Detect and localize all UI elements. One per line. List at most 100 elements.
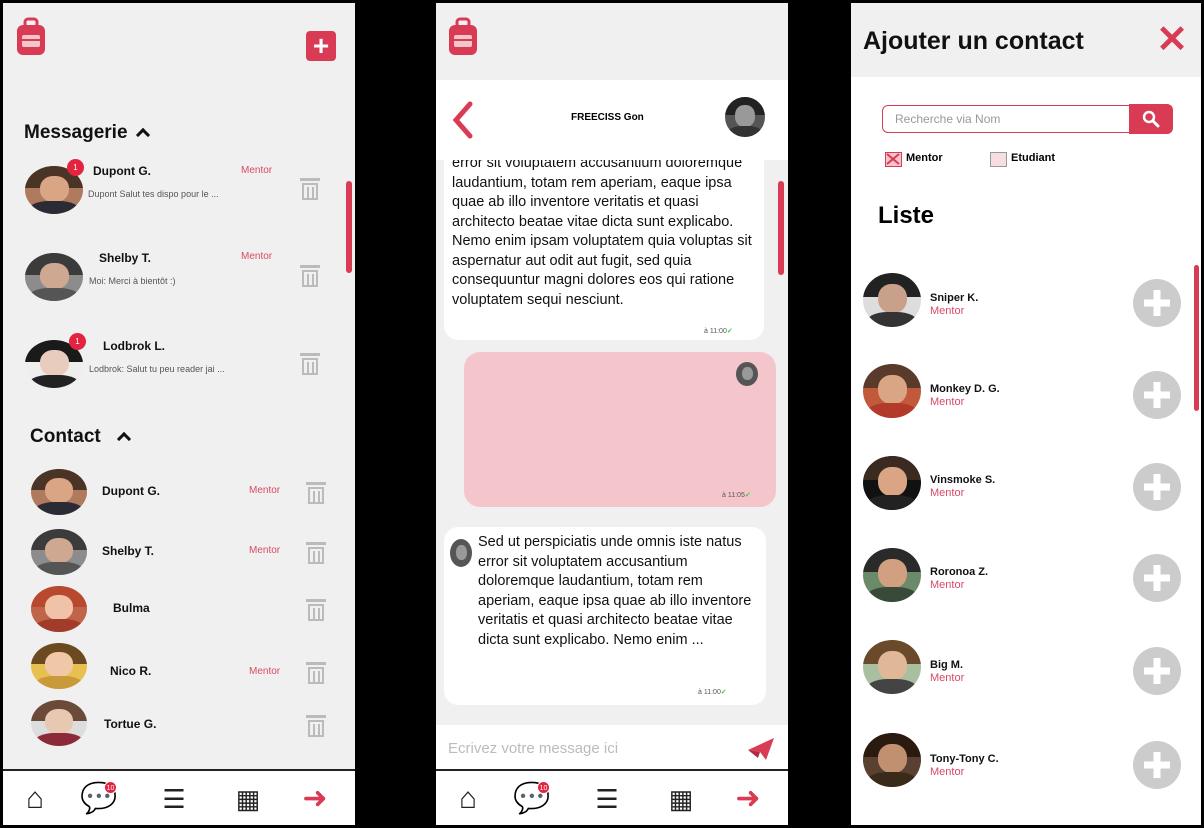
search-icon <box>1142 110 1160 128</box>
task-list-icon[interactable]: ☰ <box>587 779 627 819</box>
chat-badge: 10 <box>104 781 117 794</box>
sender-avatar <box>736 362 758 386</box>
mentor-filter-label: Mentor <box>906 152 943 164</box>
send-icon[interactable] <box>746 736 776 762</box>
avatar <box>31 529 87 575</box>
messagerie-title: Messagerie <box>24 122 128 143</box>
time-text: à 11:00 <box>704 328 727 335</box>
conversation-name: Dupont G. <box>93 164 151 178</box>
new-message-button[interactable]: + <box>306 31 336 61</box>
time-text: à 11:05 <box>722 492 745 499</box>
contact-name: Bulma <box>113 601 150 615</box>
home-icon[interactable]: ⌂ <box>15 779 55 819</box>
message-input[interactable]: Ecrivez votre message ici <box>448 740 618 757</box>
contact-name: Dupont G. <box>102 484 160 498</box>
role-label: Mentor <box>249 666 281 677</box>
message-preview: Dupont Salut tes dispo pour le ... <box>88 189 219 199</box>
task-list-icon[interactable]: ☰ <box>154 779 194 819</box>
add-contact-button[interactable] <box>1133 554 1181 602</box>
person-name: Vinsmoke S. <box>930 474 996 486</box>
avatar <box>863 640 921 694</box>
chat-badge: 10 <box>537 781 550 794</box>
avatar <box>31 700 87 746</box>
received-message-bubble: error sit voluptatem accusantium dolorem… <box>444 160 764 340</box>
unread-badge: 1 <box>67 159 84 176</box>
contact-name: Shelby T. <box>102 544 155 558</box>
person-name: Big M. <box>930 659 963 671</box>
chevron-up-icon <box>135 127 150 143</box>
role-label: Mentor <box>930 305 965 317</box>
avatar <box>31 586 87 632</box>
trash-icon[interactable] <box>300 265 320 287</box>
back-arrow-icon[interactable] <box>450 100 476 140</box>
search-button[interactable] <box>1129 104 1173 134</box>
chat-contact-name: FREECISS Gon <box>571 112 644 123</box>
avatar <box>863 456 921 510</box>
trash-icon[interactable] <box>300 178 320 200</box>
contact-title: Contact <box>30 426 101 447</box>
role-label: Mentor <box>930 672 965 684</box>
role-label: Mentor <box>930 766 965 778</box>
messaging-screen: + Messagerie 1 Dupont G. Mentor Dupont S… <box>3 3 355 825</box>
contact-name: Tortue G. <box>104 717 157 731</box>
chat-icon[interactable]: 💬 10 <box>512 779 552 819</box>
logout-icon[interactable]: ➜ <box>295 779 335 819</box>
person-name: Tony-Tony C. <box>930 753 999 765</box>
sender-avatar <box>450 539 472 567</box>
received-message-bubble: Sed ut perspiciatis unde omnis iste natu… <box>444 527 766 705</box>
chevron-up-icon <box>116 431 131 447</box>
time-text: à 11:00 <box>698 689 721 696</box>
unread-badge: 1 <box>69 333 86 350</box>
tab-bar: ⌂ 💬 10 ☰ ▦ ➜ <box>3 769 355 825</box>
role-label: Mentor <box>249 485 281 496</box>
scrollbar[interactable] <box>778 181 784 275</box>
trash-icon[interactable] <box>306 542 326 564</box>
role-label: Mentor <box>241 251 273 262</box>
message-preview: Lodbrok: Salut tu peu reader jai ... <box>89 364 225 374</box>
add-contact-button[interactable] <box>1133 647 1181 695</box>
search-placeholder: Recherche via Nom <box>895 112 1001 126</box>
chat-icon[interactable]: 💬 10 <box>79 779 119 819</box>
home-icon[interactable]: ⌂ <box>448 779 488 819</box>
list-title: Liste <box>878 202 935 229</box>
close-icon[interactable]: ✕ <box>1156 20 1188 60</box>
person-name: Sniper K. <box>930 292 979 304</box>
conversation-name: Shelby T. <box>99 251 152 265</box>
contact-header[interactable]: Contact <box>30 426 131 448</box>
trash-icon[interactable] <box>306 715 326 737</box>
contact-avatar[interactable] <box>725 97 765 137</box>
avatar <box>863 548 921 602</box>
add-contact-button[interactable] <box>1133 279 1181 327</box>
page-title: Ajouter un contact <box>863 27 1084 55</box>
etudiant-checkbox[interactable] <box>990 152 1007 167</box>
calendar-icon[interactable]: ▦ <box>228 779 268 819</box>
add-contact-button[interactable] <box>1133 741 1181 789</box>
role-label: Mentor <box>241 165 273 176</box>
message-text: Sed ut perspiciatis unde omnis iste natu… <box>478 534 752 648</box>
chat-header: FREECISS Gon <box>436 80 788 160</box>
chat-screen: FREECISS Gon error sit voluptatem accusa… <box>436 3 788 825</box>
mentor-checkbox[interactable] <box>885 152 902 167</box>
trash-icon[interactable] <box>306 599 326 621</box>
person-name: Roronoa Z. <box>930 566 989 578</box>
message-time: à 11:05✓ <box>722 492 751 499</box>
scrollbar[interactable] <box>346 181 352 273</box>
add-contact-screen: Ajouter un contact ✕ Recherche via Nom M… <box>851 3 1201 825</box>
calendar-icon[interactable]: ▦ <box>661 779 701 819</box>
backpack-logo-icon <box>17 17 45 55</box>
avatar <box>863 733 921 787</box>
add-contact-button[interactable] <box>1133 463 1181 511</box>
trash-icon[interactable] <box>300 353 320 375</box>
contact-name: Nico R. <box>110 664 152 678</box>
conversation-name: Lodbrok L. <box>103 339 165 353</box>
logout-icon[interactable]: ➜ <box>728 779 768 819</box>
avatar <box>25 253 83 301</box>
message-text: error sit voluptatem accusantium dolorem… <box>452 160 752 308</box>
trash-icon[interactable] <box>306 662 326 684</box>
scrollbar[interactable] <box>1194 265 1199 411</box>
role-label: Mentor <box>930 579 965 591</box>
add-contact-button[interactable] <box>1133 371 1181 419</box>
trash-icon[interactable] <box>306 482 326 504</box>
messagerie-header[interactable]: Messagerie <box>24 122 150 144</box>
message-preview: Moi: Merci à bientôt :) <box>89 276 176 286</box>
